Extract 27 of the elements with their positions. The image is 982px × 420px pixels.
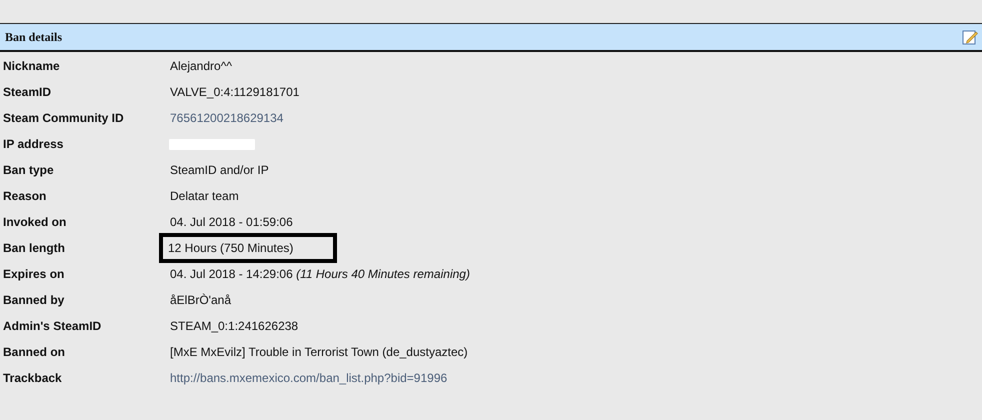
field-value: [MxE MxEvilz] Trouble in Terrorist Town (de_dustyaztec) [169,345,468,359]
field-label: Trackback [2,371,63,385]
field-label: Ban length [2,241,66,255]
field-label: Nickname [2,59,61,73]
field-label: Reason [2,189,48,203]
field-label: Expires on [2,267,66,281]
field-value: 04. Jul 2018 - 01:59:06 [169,215,293,229]
field-value: 12 Hours (750 Minutes) [159,233,338,263]
field-label: Banned on [2,345,66,359]
field-label: IP address [2,137,64,151]
field-value: 04. Jul 2018 - 14:29:06 (11 Hours 40 Minutes remaining) [169,267,470,281]
field-label: Ban type [2,163,55,177]
field-value: Alejandro^^ [169,59,232,73]
field-label: Steam Community ID [2,111,125,125]
link[interactable]: 76561200218629134 [168,111,284,125]
field-label: Invoked on [2,215,68,229]
field-value: STEAM_0:1:241626238 [169,319,298,333]
field-value: SteamID and/or IP [169,163,269,177]
field-value: åElBrÒ'anå [169,293,231,307]
field-value: Delatar team [169,189,239,203]
panel-title: Ban details [5,30,62,44]
edit-icon[interactable] [962,29,978,45]
field-label: Admin's SteamID [2,319,102,333]
field-value: VALVE_0:4:1129181701 [169,85,300,99]
field-label: Banned by [2,293,66,307]
field-label: SteamID [2,85,52,99]
link[interactable]: http://bans.mxemexico.com/ban_list.php?bid=91996 [168,371,448,385]
